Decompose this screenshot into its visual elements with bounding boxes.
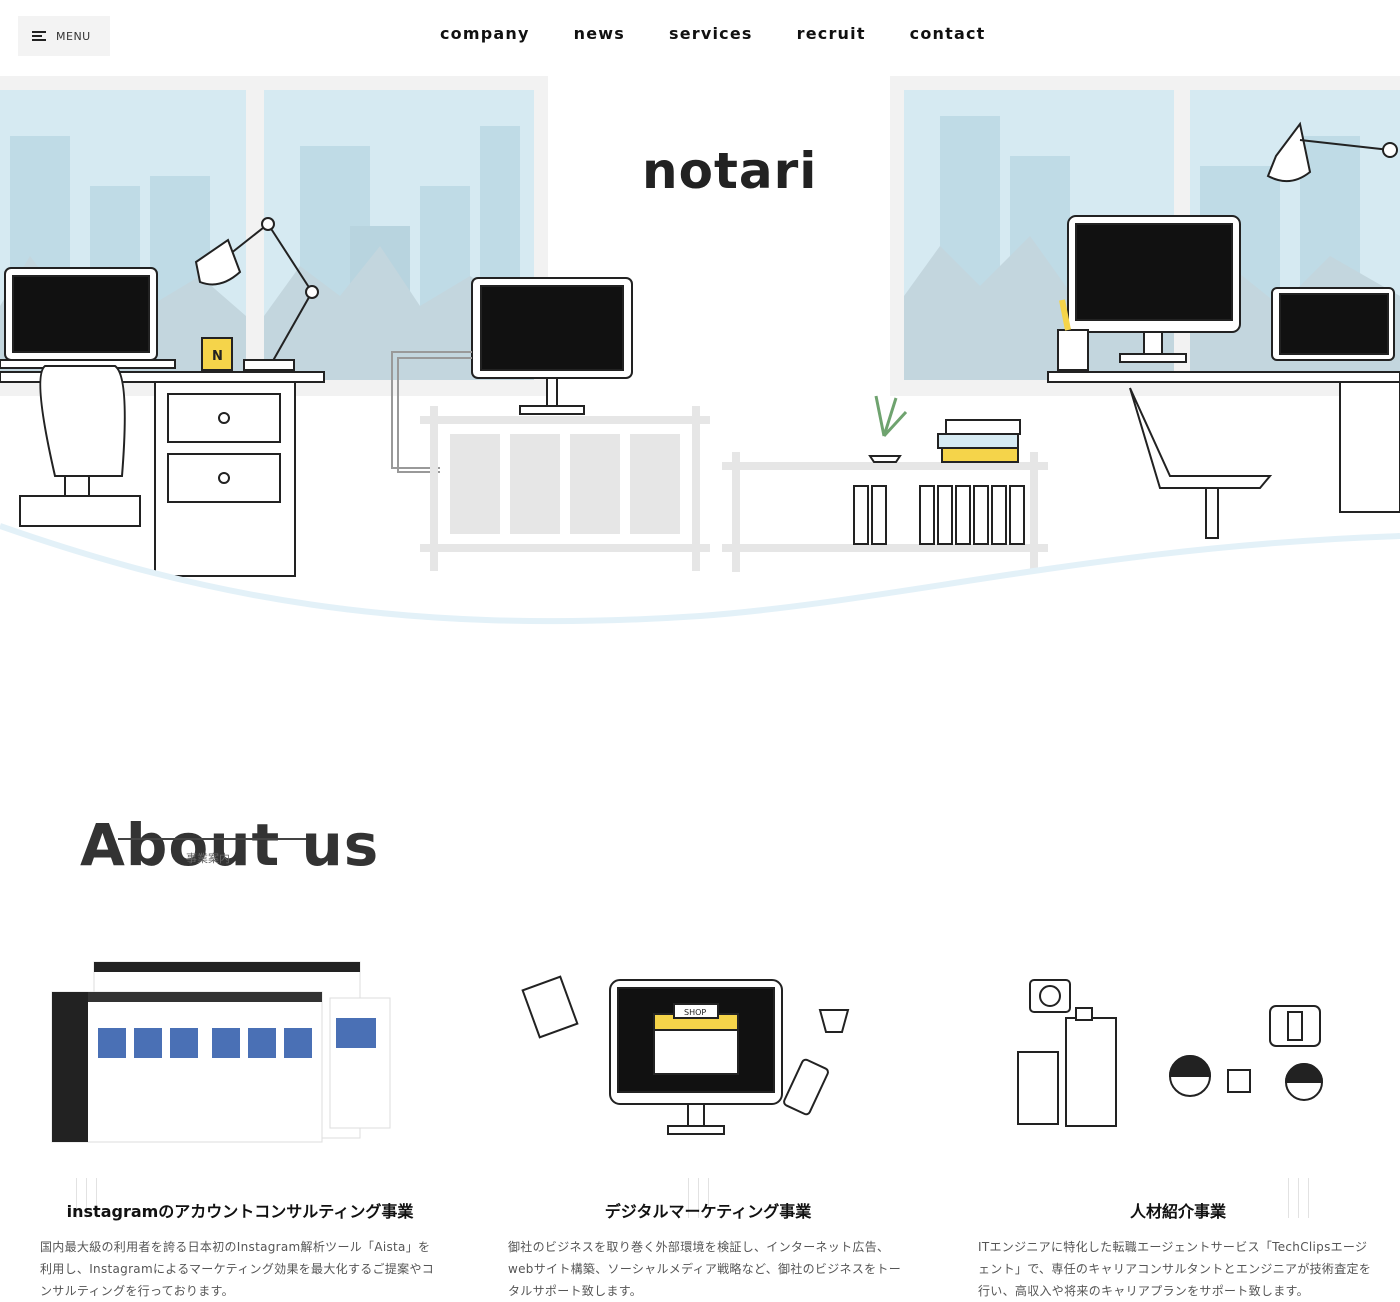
- menu-label: MENU: [56, 29, 91, 43]
- nav-contact[interactable]: contact: [910, 24, 986, 43]
- about-underline: [118, 838, 306, 840]
- service-description: 国内最大級の利用者を誇る日本初のInstagram解析ツール「Aista」を利用…: [40, 1240, 435, 1298]
- service-description: ITエンジニアに特化した転職エージェントサービス「TechClipsエージェント…: [978, 1240, 1372, 1298]
- nav-company[interactable]: company: [440, 24, 530, 43]
- server-rack-shelf: [420, 406, 710, 571]
- recruitment-illustration: [1017, 979, 1324, 1127]
- mug-letter: N: [212, 349, 223, 364]
- instagram-dashboard-illustration: [51, 961, 391, 1143]
- nav-recruit[interactable]: recruit: [797, 24, 866, 43]
- bookshelf-illustration: [722, 395, 1048, 572]
- service-card-recruitment[interactable]: 人材紹介事業 ITエンジニアに特化した転職エージェントサービス「TechClip…: [978, 958, 1378, 1298]
- site-logo[interactable]: notari: [642, 142, 817, 200]
- about-title: About us: [80, 810, 380, 879]
- service-title: 人材紹介事業: [1129, 1202, 1226, 1221]
- service-card-instagram[interactable]: instagramのアカウントコンサルティング事業 国内最大級の利用者を誇る日本…: [40, 958, 440, 1298]
- service-description: 御社のビジネスを取り巻く外部環境を検証し、インターネット広告、webサイト構築、…: [508, 1240, 902, 1298]
- main-nav: company news services recruit contact: [440, 24, 986, 43]
- service-card-digital-marketing[interactable]: SHOP デジタルマーケティング事業 御社のビジネスを取り巻く外部環境を検証し、…: [508, 958, 908, 1298]
- service-title: デジタルマーケティング事業: [604, 1202, 812, 1221]
- hamburger-icon: [32, 30, 46, 42]
- digital-marketing-illustration: SHOP: [521, 975, 850, 1135]
- about-subtitle: 事業案内: [186, 852, 230, 865]
- nav-services[interactable]: services: [669, 24, 753, 43]
- service-title: instagramのアカウントコンサルティング事業: [66, 1202, 414, 1221]
- nav-news[interactable]: news: [574, 24, 625, 43]
- menu-button[interactable]: MENU: [18, 16, 110, 56]
- shop-sign: SHOP: [684, 1008, 706, 1017]
